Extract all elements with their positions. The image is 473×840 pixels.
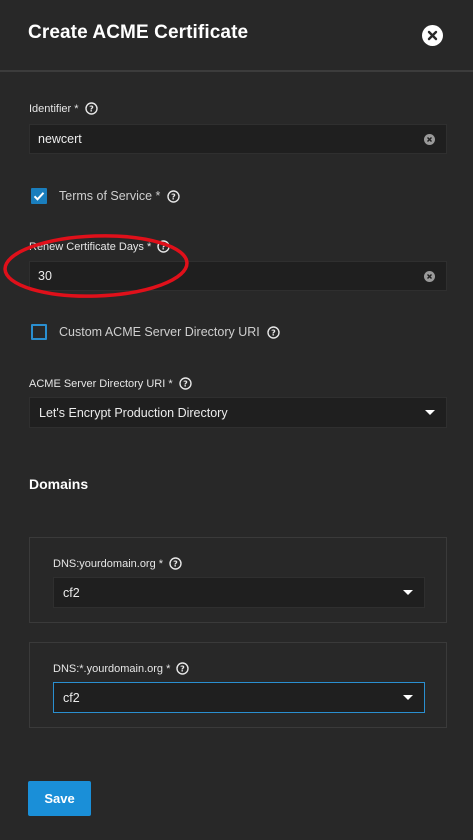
domain-card: DNS:yourdomain.org * ? cf2 [29,537,447,623]
terms-label: Terms of Service * ? [59,189,181,203]
save-button[interactable]: Save [28,781,91,816]
clear-icon[interactable] [424,134,435,145]
help-icon[interactable]: ? [169,557,182,570]
domain-provider-value: cf2 [63,586,80,600]
help-icon[interactable]: ? [176,662,190,675]
directory-uri-label: ACME Server Directory URI * ? [29,377,192,390]
terms-row: Terms of Service * ? [31,188,181,204]
help-icon[interactable]: ? [267,325,280,339]
dialog-header: Create ACME Certificate [0,0,473,72]
custom-uri-row: Custom ACME Server Directory URI ? [31,324,280,340]
chevron-down-icon [425,410,435,415]
identifier-input[interactable]: newcert [29,124,447,154]
help-icon[interactable]: ? [84,102,98,115]
annotation-ellipse [3,234,189,298]
custom-uri-label: Custom ACME Server Directory URI ? [59,325,280,339]
close-icon[interactable] [422,25,443,46]
svg-text:?: ? [89,104,94,113]
domain-provider-select[interactable]: cf2 [53,577,425,608]
domain-label: DNS:yourdomain.org * ? [53,557,182,570]
svg-text:?: ? [181,664,186,673]
domain-label: DNS:*.yourdomain.org * ? [53,662,190,675]
help-icon[interactable]: ? [167,189,181,203]
domain-card: DNS:*.yourdomain.org * ? cf2 [29,642,447,728]
check-icon [33,192,45,201]
clear-icon[interactable] [424,271,435,282]
domain-provider-value: cf2 [63,691,80,705]
directory-uri-value: Let's Encrypt Production Directory [39,406,228,420]
svg-text:?: ? [271,328,276,337]
svg-text:?: ? [183,379,188,388]
terms-checkbox[interactable] [31,188,47,204]
directory-uri-select[interactable]: Let's Encrypt Production Directory [29,397,447,428]
chevron-down-icon [403,695,413,700]
chevron-down-icon [403,590,413,595]
dialog-title: Create ACME Certificate [28,22,249,43]
help-icon[interactable]: ? [178,377,192,390]
identifier-value: newcert [38,132,82,146]
domains-title: Domains [29,476,89,492]
identifier-label: Identifier * ? [29,102,98,115]
svg-text:?: ? [172,192,177,201]
svg-text:?: ? [173,559,178,568]
custom-uri-checkbox[interactable] [31,324,47,340]
domain-provider-select[interactable]: cf2 [53,682,425,713]
